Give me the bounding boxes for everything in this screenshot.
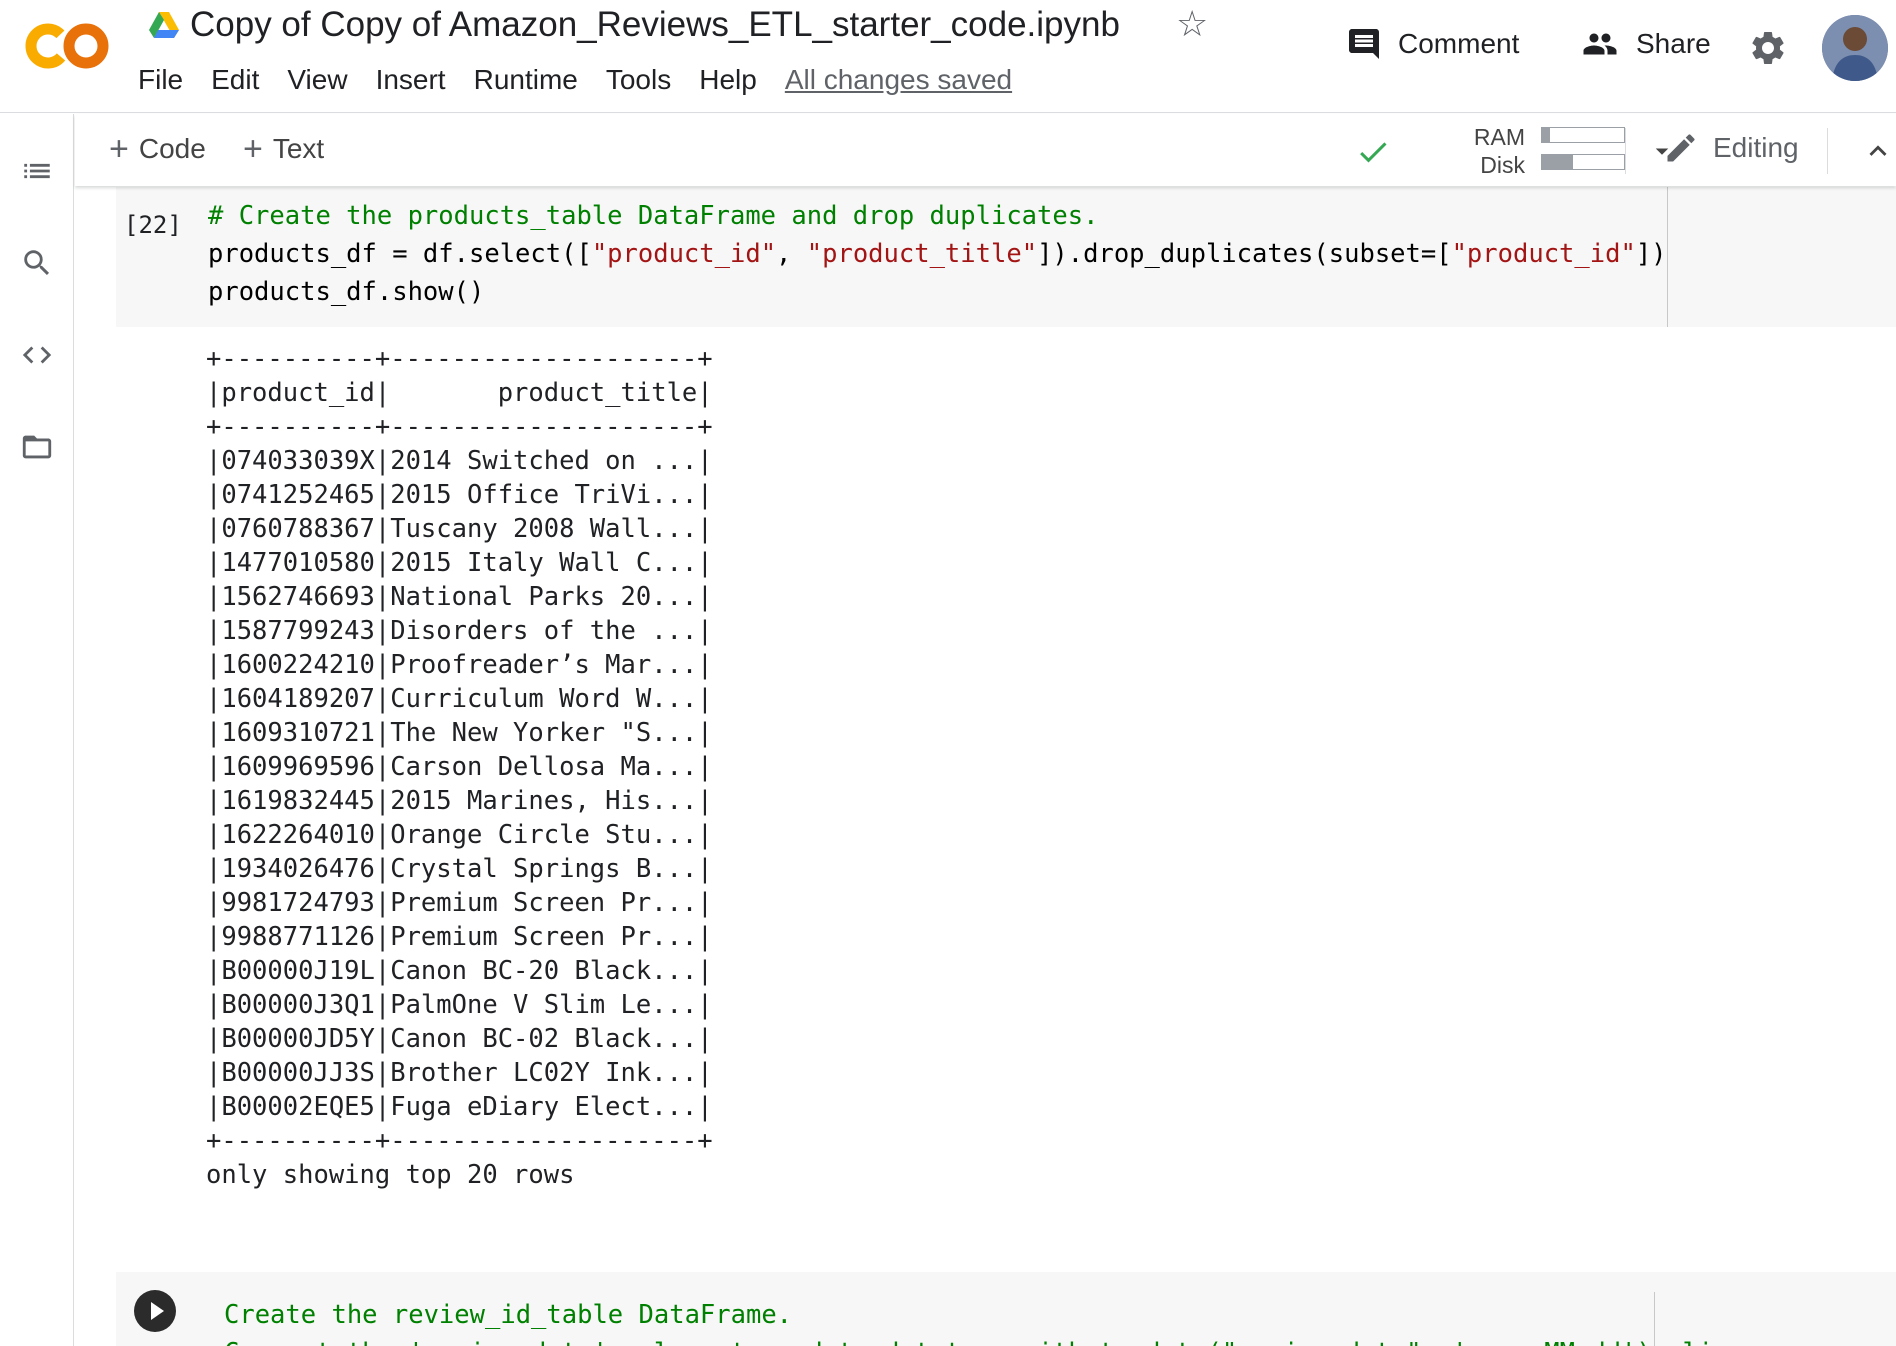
table-row: |074033039X|2014 Switched on ...| [206,446,713,476]
share-button[interactable]: Share [1580,26,1711,62]
share-label: Share [1636,28,1711,59]
code-token: ]).drop_duplicates(subset=[ [1037,239,1452,269]
code-cell[interactable]: [22] # Create the products_table DataFra… [116,187,1896,327]
editing-mode-button[interactable]: Editing [1663,130,1799,166]
menu-insert[interactable]: Insert [376,62,446,98]
table-row: |1619832445|2015 Marines, His...| [206,786,713,816]
code-editor[interactable]: # Create the products_table DataFrame an… [208,197,1667,311]
menu-view[interactable]: View [287,62,347,98]
header: Copy of Copy of Amazon_Reviews_ETL_start… [0,0,1896,113]
code-comment: Convert the 'review_date' column to a da… [224,1338,1744,1346]
table-row: |B00000JD5Y|Canon BC-02 Black...| [206,1024,713,1054]
ram-usage-fill [1542,128,1551,142]
table-border: +----------+--------------------+ [206,344,713,374]
plus-icon: + [109,130,129,168]
comment-icon [1349,29,1379,59]
table-row: |1609310721|The New Yorker "S...| [206,718,713,748]
gear-icon[interactable] [1748,28,1788,68]
table-row: |1600224210|Proofreader’s Mar...| [206,650,713,680]
code-token: ]) [1635,239,1667,269]
table-row: |B00002EQE5|Fuga eDiary Elect...| [206,1092,713,1122]
menu-bar: File Edit View Insert Runtime Tools Help… [138,62,1012,98]
menu-edit[interactable]: Edit [211,62,259,98]
notebook-title[interactable]: Copy of Copy of Amazon_Reviews_ETL_start… [190,2,1120,48]
add-text-button[interactable]: + Text [243,132,324,166]
table-of-contents-icon[interactable] [20,154,54,188]
table-row: |B00000J19L|Canon BC-20 Black...| [206,956,713,986]
output-footer: only showing top 20 rows [206,1160,575,1190]
text-cursor [1667,187,1668,327]
code-token: products_df = df.select([ [208,239,592,269]
table-row: |B00000JJ3S|Brother LC02Y Ink...| [206,1058,713,1088]
menu-help[interactable]: Help [699,62,757,98]
colab-logo[interactable] [22,18,112,74]
people-icon [1583,33,1617,55]
check-icon [1360,142,1387,163]
save-status-link[interactable]: All changes saved [785,62,1012,98]
table-row: |1562746693|National Parks 20...| [206,582,713,612]
comment-button[interactable]: Comment [1346,26,1519,62]
execution-count: [22] [124,211,182,239]
table-border: +----------+--------------------+ [206,412,713,442]
toolbar-divider [1625,128,1626,174]
table-row: |0760788367|Tuscany 2008 Wall...| [206,514,713,544]
star-outline-icon[interactable]: ☆ [1176,4,1208,44]
add-code-label: Code [138,133,206,164]
add-code-button[interactable]: + Code [109,132,206,166]
code-comment: # Create the products_table DataFrame an… [208,201,1099,231]
table-row: |0741252465|2015 Office TriVi...| [206,480,713,510]
table-row: |1934026476|Crystal Springs B...| [206,854,713,884]
table-header-row: |product_id| product_title| [206,378,713,408]
add-text-label: Text [272,133,325,164]
code-icon[interactable] [20,338,54,372]
folder-icon[interactable] [20,430,54,464]
play-icon[interactable] [134,1290,176,1332]
search-icon[interactable] [20,246,54,280]
next-code-cell[interactable]: Create the review_id_table DataFrame. Co… [116,1272,1896,1346]
code-comment: Create the review_id_table DataFrame. [224,1300,793,1330]
table-row: |9981724793|Premium Screen Pr...| [206,888,713,918]
menu-runtime[interactable]: Runtime [474,62,578,98]
pencil-icon [1667,134,1695,162]
avatar[interactable] [1822,15,1888,81]
table-row: |1477010580|2015 Italy Wall C...| [206,548,713,578]
ram-label[interactable]: RAM [1473,124,1525,150]
code-string: "product_title" [806,239,1038,269]
table-row: |1604189207|Curriculum Word W...| [206,684,713,714]
disk-usage-fill [1542,155,1574,169]
editing-label: Editing [1713,132,1799,163]
code-editor[interactable]: Create the review_id_table DataFrame. Co… [224,1296,1744,1346]
cell-output: +----------+--------------------+ |produc… [206,342,713,1192]
ram-usage-bar[interactable] [1541,127,1625,143]
plus-icon: + [243,130,263,168]
text-cursor [1654,1292,1655,1346]
table-row: |1622264010|Orange Circle Stu...| [206,820,713,850]
code-string: "product_id" [1451,239,1636,269]
notebook-toolbar: + Code + Text RAM Disk Editing [75,114,1896,186]
table-row: |9988771126|Premium Screen Pr...| [206,922,713,952]
disk-usage-bar[interactable] [1541,154,1625,170]
code-token: , [776,239,807,269]
disk-label[interactable]: Disk [1473,152,1525,178]
chevron-up-icon[interactable] [1861,134,1895,168]
comment-label: Comment [1398,28,1520,59]
menu-tools[interactable]: Tools [606,62,671,98]
table-row: |B00000J3Q1|PalmOne V Slim Le...| [206,990,713,1020]
toolbar-divider [1827,128,1828,174]
table-row: |1609969596|Carson Dellosa Ma...| [206,752,713,782]
table-border: +----------+--------------------+ [206,1126,713,1156]
menu-file[interactable]: File [138,62,183,98]
left-sidebar [0,114,74,1346]
code-line: products_df.show() [208,277,485,307]
code-string: "product_id" [591,239,777,269]
google-drive-icon[interactable] [148,10,180,40]
table-row: |1587799243|Disorders of the ...| [206,616,713,646]
